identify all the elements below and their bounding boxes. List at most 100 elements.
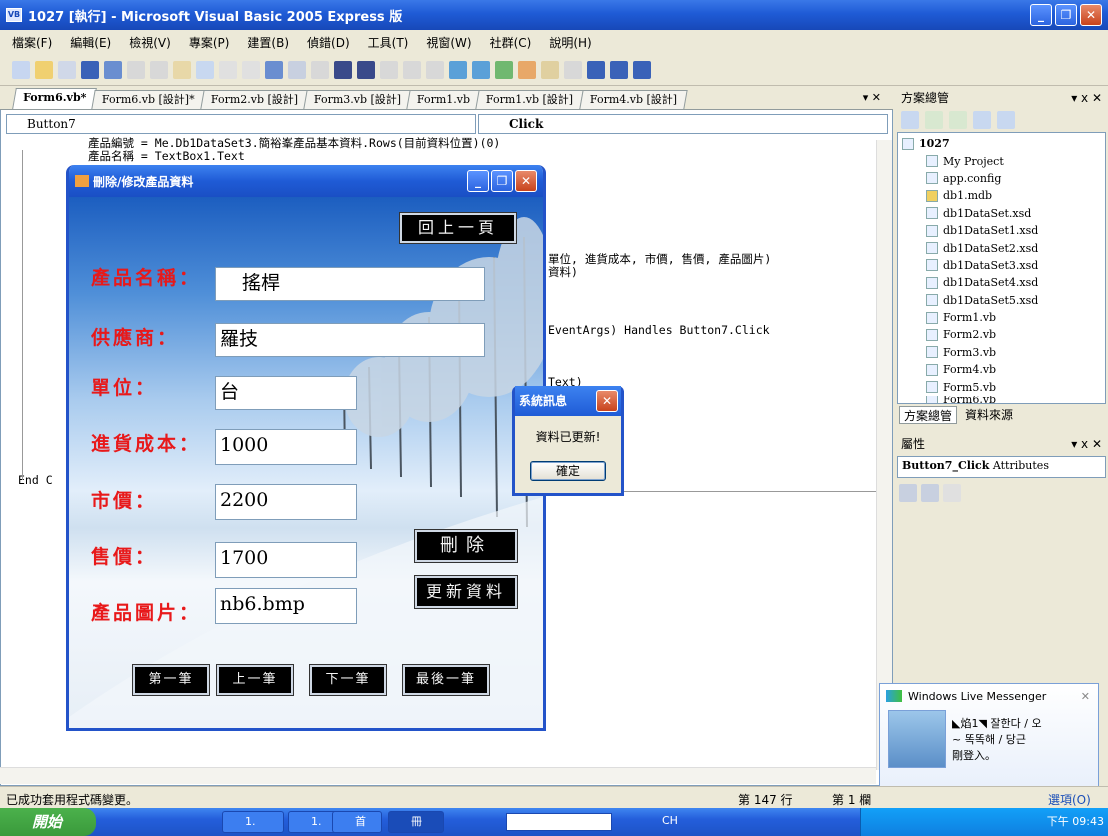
stop-icon[interactable] (357, 60, 375, 79)
outdent-icon[interactable] (242, 60, 260, 79)
tree-item[interactable]: db1.mdb (902, 187, 1101, 204)
solution-explorer-icon[interactable] (449, 60, 467, 79)
tab-data-sources[interactable]: 資料來源 (961, 406, 1017, 424)
close-button[interactable]: ✕ (1080, 4, 1102, 26)
pane-controls[interactable]: ▾ ⅹ ✕ (1071, 88, 1102, 108)
save-icon[interactable] (81, 60, 99, 79)
tree-item[interactable]: db1DataSet5.xsd (902, 292, 1101, 309)
address-input[interactable] (506, 813, 612, 831)
tree-item[interactable]: Form2.vb (902, 326, 1101, 343)
properties-object-combo[interactable]: Button7_Click Attributes (897, 456, 1106, 478)
window2-icon[interactable] (610, 60, 628, 79)
update-button[interactable]: 更新資料 (414, 575, 518, 609)
properties-icon[interactable] (472, 60, 490, 79)
tab-solution-explorer[interactable]: 方案總管 (899, 406, 958, 424)
sale-price-input[interactable]: 1700 (215, 542, 357, 578)
menu-window[interactable]: 視窗(W) (426, 34, 471, 51)
tree-item[interactable]: Form4.vb (902, 361, 1101, 378)
maximize-button[interactable]: ❐ (1055, 4, 1077, 26)
product-name-input[interactable]: 搖桿 (215, 267, 485, 301)
tab-form1-code[interactable]: Form1.vb (406, 90, 482, 109)
code-vertical-scrollbar[interactable] (876, 140, 892, 770)
menu-edit[interactable]: 編輯(E) (70, 34, 111, 51)
redo-icon[interactable] (288, 60, 306, 79)
form-close-button[interactable]: ✕ (515, 170, 537, 192)
supplier-input[interactable]: 羅技 (215, 323, 485, 357)
next-record-button[interactable]: 下一筆 (309, 664, 387, 696)
tab-form6-design[interactable]: Form6.vb [設計]* (91, 90, 206, 109)
open-icon[interactable] (35, 60, 53, 79)
window-icon[interactable] (587, 60, 605, 79)
messenger-options-link[interactable]: 選項(O) (1048, 791, 1091, 808)
tree-item[interactable]: db1DataSet4.xsd (902, 274, 1101, 291)
product-image-input[interactable]: nb6.bmp (215, 588, 357, 624)
object-browser-icon[interactable] (518, 60, 536, 79)
undo-icon[interactable] (265, 60, 283, 79)
object-combo[interactable]: Button7 (6, 114, 476, 134)
taskbar-form-active[interactable]: 冊 (388, 811, 444, 833)
taskbar-folder[interactable]: 1. (222, 811, 284, 833)
tab-form3-design[interactable]: Form3.vb [設計] (303, 90, 413, 109)
menu-community[interactable]: 社群(C) (490, 34, 532, 51)
cost-input[interactable]: 1000 (215, 429, 357, 465)
navigate-icon[interactable] (564, 60, 582, 79)
tree-item[interactable]: My Project (902, 152, 1101, 169)
code-horizontal-scrollbar[interactable] (0, 767, 876, 784)
menu-build[interactable]: 建置(B) (247, 34, 289, 51)
tree-item[interactable]: Form5.vb (902, 378, 1101, 395)
event-combo[interactable]: Click (478, 114, 888, 134)
ok-button[interactable]: 確定 (530, 461, 606, 481)
find-icon[interactable] (196, 60, 214, 79)
message-box-close-button[interactable]: ✕ (596, 390, 618, 412)
menu-help[interactable]: 說明(H) (549, 34, 591, 51)
add-item-icon[interactable] (58, 60, 76, 79)
window3-icon[interactable] (633, 60, 651, 79)
tree-item[interactable]: Form1.vb (902, 309, 1101, 326)
tree-item[interactable]: app.config (902, 170, 1101, 187)
pause-icon[interactable] (334, 60, 352, 79)
property-pages-icon[interactable] (943, 484, 961, 502)
pane-controls[interactable]: ▾ ⅹ ✕ (1071, 434, 1102, 454)
tab-form1-design[interactable]: Form1.vb [設計] (475, 90, 585, 109)
delete-button[interactable]: 刪除 (414, 529, 518, 563)
messenger-close-icon[interactable]: ✕ (1081, 690, 1090, 703)
back-button[interactable]: 回上一頁 (399, 212, 517, 244)
show-all-icon[interactable] (925, 111, 943, 129)
tree-item[interactable]: db1DataSet1.xsd (902, 222, 1101, 239)
tree-item[interactable]: db1DataSet.xsd (902, 205, 1101, 222)
alphabetical-icon[interactable] (921, 484, 939, 502)
save-all-icon[interactable] (104, 60, 122, 79)
tree-item[interactable]: db1DataSet2.xsd (902, 239, 1101, 256)
minimize-button[interactable]: _ (1030, 4, 1052, 26)
start-page-icon[interactable] (541, 60, 559, 79)
form-minimize-button[interactable]: _ (467, 170, 489, 192)
tree-item[interactable]: Form6.vb (902, 395, 1101, 403)
menu-view[interactable]: 檢視(V) (129, 34, 171, 51)
first-record-button[interactable]: 第一筆 (132, 664, 210, 696)
tab-form4-design[interactable]: Form4.vb [設計] (578, 90, 688, 109)
cut-icon[interactable] (127, 60, 145, 79)
start-debug-icon[interactable] (311, 60, 329, 79)
tab-controls[interactable]: ▾ ✕ (863, 91, 881, 104)
menu-tools[interactable]: 工具(T) (368, 34, 409, 51)
categorized-icon[interactable] (899, 484, 917, 502)
indent-icon[interactable] (219, 60, 237, 79)
step-over-icon[interactable] (403, 60, 421, 79)
view-code-icon[interactable] (973, 111, 991, 129)
last-record-button[interactable]: 最後一筆 (402, 664, 490, 696)
start-button[interactable]: 開始 (0, 808, 96, 836)
messenger-notification[interactable]: Windows Live Messenger ✕ ◣焰1◥ 잘한다 / 오 ~ … (879, 683, 1099, 787)
view-designer-icon[interactable] (997, 111, 1015, 129)
tab-form6-code[interactable]: Form6.vb* (12, 88, 98, 109)
tree-root[interactable]: 1027 (902, 135, 1101, 152)
new-project-icon[interactable] (12, 60, 30, 79)
menu-debug[interactable]: 偵錯(D) (307, 34, 350, 51)
taskbar-form[interactable]: 首 (332, 811, 382, 833)
step-into-icon[interactable] (380, 60, 398, 79)
tree-item[interactable]: db1DataSet3.xsd (902, 257, 1101, 274)
tab-form2-design[interactable]: Form2.vb [設計] (200, 90, 309, 109)
tree-item[interactable]: Form3.vb (902, 344, 1101, 361)
properties-tool-icon[interactable] (901, 111, 919, 129)
market-price-input[interactable]: 2200 (215, 484, 357, 520)
ime-indicator[interactable]: CH (662, 814, 678, 827)
